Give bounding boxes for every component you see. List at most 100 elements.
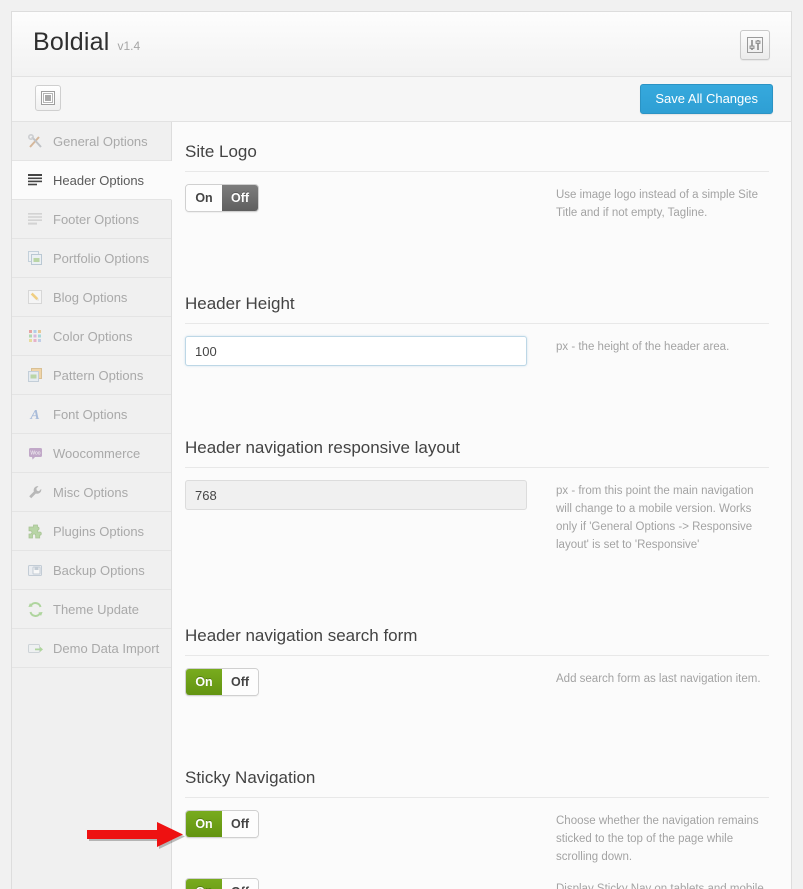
sidebar-item-label: Misc Options [53, 484, 129, 500]
svg-text:Woo: Woo [30, 450, 40, 456]
toggle-on-label[interactable]: On [186, 879, 222, 889]
field-row-sticky-toggle: On Off Choose whether the navigation rem… [185, 798, 769, 866]
field-row-header-height: px - the height of the header area. [185, 324, 769, 366]
sidebar-item-theme-update[interactable]: Theme Update [12, 590, 171, 629]
sidebar-item-header-options[interactable]: Header Options [12, 161, 172, 200]
sidebar-item-woocommerce[interactable]: Woo Woocommerce [12, 434, 171, 473]
body-wrapper: General Options Header Options Footer Op… [12, 122, 791, 889]
sidebar-item-blog-options[interactable]: Blog Options [12, 278, 171, 317]
sidebar-item-label: General Options [53, 133, 148, 149]
sidebar-item-label: Font Options [53, 406, 128, 422]
sidebar-item-label: Portfolio Options [53, 250, 150, 266]
section-title: Site Logo [185, 122, 769, 172]
pencil-page-icon [26, 288, 44, 306]
sidebar-item-color-options[interactable]: Color Options [12, 317, 171, 356]
sidebar-item-pattern-options[interactable]: Pattern Options [12, 356, 171, 395]
sidebar-item-backup-options[interactable]: Backup Options [12, 551, 171, 590]
color-swatch-grid-icon [26, 327, 44, 345]
field-description: px - the height of the header area. [556, 341, 730, 353]
import-box-icon [26, 639, 44, 657]
stacked-images-icon [26, 249, 44, 267]
toolbar: Save All Changes [12, 77, 791, 122]
section-sticky-navigation: Sticky Navigation On Off Choose whether … [172, 748, 791, 889]
toggle-off-label[interactable]: Off [222, 669, 258, 695]
field-description: Display Sticky Nav on tablets and mobile… [556, 883, 764, 889]
refresh-arrows-icon [26, 600, 44, 618]
toggle-on-label[interactable]: On [186, 811, 222, 837]
woo-bag-icon: Woo [26, 444, 44, 462]
title-bar: Boldial v1.4 [12, 12, 791, 77]
section-title: Header Height [185, 274, 769, 324]
section-search-form: Header navigation search form On Off Add… [172, 606, 791, 748]
responsive-layout-input[interactable] [185, 480, 527, 510]
sidebar-item-label: Header Options [53, 172, 145, 188]
toggle-off-label[interactable]: Off [222, 811, 258, 837]
field-row-site-logo: On Off Use image logo instead of a simpl… [185, 172, 769, 222]
sidebar-item-label: Demo Data Import [53, 640, 160, 656]
field-control: On Off [185, 810, 537, 838]
sidebar-item-label: Blog Options [53, 289, 128, 305]
options-content: Site Logo On Off Use image logo instead … [172, 122, 791, 889]
sidebar-item-label: Color Options [53, 328, 133, 344]
sidebar-item-label: Pattern Options [53, 367, 144, 383]
search-form-toggle[interactable]: On Off [185, 668, 259, 696]
field-description: Add search form as last navigation item. [556, 673, 761, 685]
sliders-icon-glyph [747, 37, 763, 53]
sidebar-item-portfolio-options[interactable]: Portfolio Options [12, 239, 171, 278]
field-control: On Off [185, 668, 537, 696]
section-responsive-layout: Header navigation responsive layout px -… [172, 418, 791, 606]
section-title: Header navigation search form [185, 606, 769, 656]
field-control: On Off [185, 184, 537, 212]
floppy-disk-icon [26, 561, 44, 579]
field-row-responsive-layout: px - from this point the main navigation… [185, 468, 769, 554]
sidebar-item-label: Footer Options [53, 211, 139, 227]
field-control: On Off [185, 878, 537, 889]
field-row-sticky-mobile-toggle: On Off Display Sticky Nav on tablets and… [185, 866, 769, 889]
section-header-height: Header Height px - the height of the hea… [172, 274, 791, 418]
header-lines-icon [26, 171, 44, 189]
toggle-on-label[interactable]: On [186, 185, 222, 211]
field-description: px - from this point the main navigation… [556, 485, 754, 551]
section-site-logo: Site Logo On Off Use image logo instead … [172, 122, 791, 274]
brand-name: Boldial [33, 28, 110, 56]
svg-text:A: A [29, 408, 39, 422]
section-title: Sticky Navigation [185, 748, 769, 798]
field-control [185, 336, 537, 366]
sidebar-item-plugins-options[interactable]: Plugins Options [12, 512, 171, 551]
brand-version: v1.4 [117, 39, 141, 53]
sticky-nav-mobile-toggle[interactable]: On Off [185, 878, 259, 889]
sidebar-item-label: Plugins Options [53, 523, 145, 539]
sidebar-item-footer-options[interactable]: Footer Options [12, 200, 171, 239]
sidebar-nav: General Options Header Options Footer Op… [12, 122, 172, 889]
puzzle-piece-icon [26, 522, 44, 540]
sidebar-item-misc-options[interactable]: Misc Options [12, 473, 171, 512]
sidebar-item-demo-data-import[interactable]: Demo Data Import [12, 629, 171, 668]
sidebar-item-general-options[interactable]: General Options [12, 122, 171, 161]
section-title: Header navigation responsive layout [185, 418, 769, 468]
field-row-search-form: On Off Add search form as last navigatio… [185, 656, 769, 696]
sidebar-item-label: Woocommerce [53, 445, 141, 461]
wrench-icon [26, 483, 44, 501]
header-height-input[interactable] [185, 336, 527, 366]
sidebar-item-label: Theme Update [53, 601, 139, 617]
sidebar-item-label: Backup Options [53, 562, 145, 578]
letter-a-icon: A [26, 405, 44, 423]
field-description: Use image logo instead of a simple Site … [556, 189, 758, 219]
options-panel: Boldial v1.4 Save All Changes General Op… [11, 11, 792, 889]
site-logo-toggle[interactable]: On Off [185, 184, 259, 212]
tools-icon [26, 132, 44, 150]
screen-root: Boldial v1.4 Save All Changes General Op… [0, 0, 803, 889]
sticky-nav-toggle[interactable]: On Off [185, 810, 259, 838]
toggle-on-label[interactable]: On [186, 669, 222, 695]
screen-layout-icon-glyph [41, 91, 55, 105]
toggle-off-label[interactable]: Off [222, 185, 258, 211]
toggle-off-label[interactable]: Off [222, 879, 258, 889]
save-all-changes-button[interactable]: Save All Changes [640, 84, 773, 114]
sliders-icon[interactable] [740, 30, 770, 60]
footer-lines-icon [26, 210, 44, 228]
sidebar-item-font-options[interactable]: A Font Options [12, 395, 171, 434]
screen-layout-icon[interactable] [35, 85, 61, 111]
